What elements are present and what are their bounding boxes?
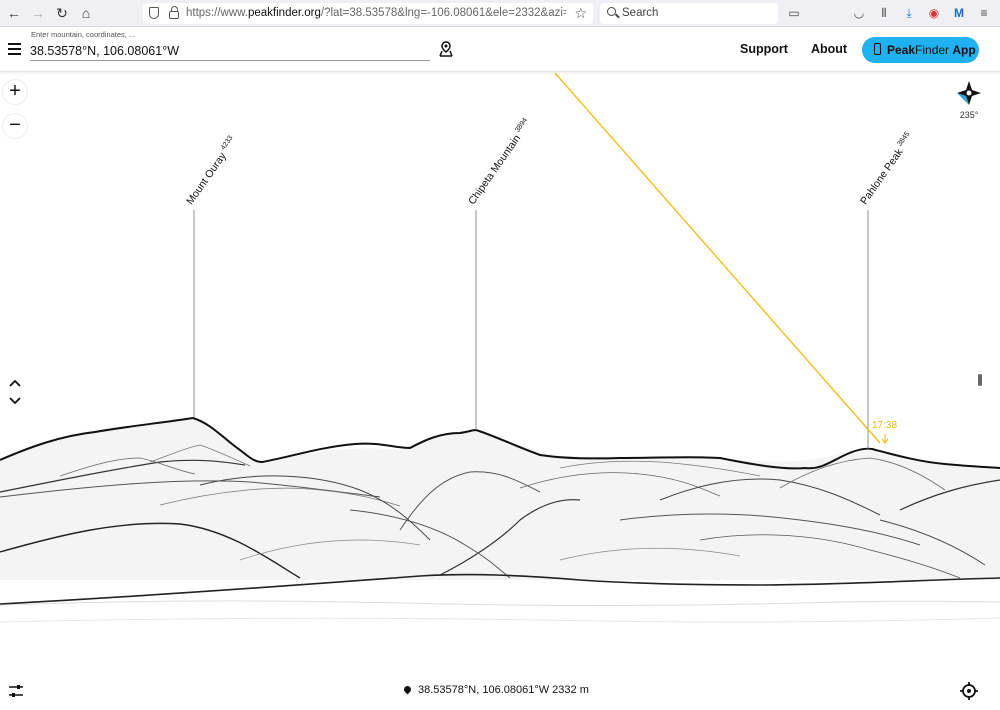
home-icon[interactable]: ⌂: [76, 4, 96, 22]
sun-path-line: [554, 73, 881, 444]
location-input[interactable]: [30, 41, 430, 61]
app-header: Enter mountain, coordinates, ... Support…: [0, 28, 1000, 72]
reader-view-icon[interactable]: ▭: [786, 5, 802, 21]
back-icon[interactable]: ←: [4, 4, 24, 22]
search-icon: [607, 7, 616, 16]
url-bar[interactable]: https://www.peakfinder.org/?lat=38.53578…: [143, 3, 593, 24]
support-link[interactable]: Support: [740, 42, 788, 56]
url-text[interactable]: https://www.peakfinder.org/?lat=38.53578…: [186, 7, 566, 19]
footer-coordinates: 38.53578°N, 106.08061°W 2332 m: [402, 684, 589, 696]
lock-icon[interactable]: [169, 6, 179, 19]
location-input-label: Enter mountain, coordinates, ...: [31, 30, 136, 39]
about-link[interactable]: About: [811, 42, 847, 56]
sun-time-label: 17:38: [872, 420, 898, 431]
scrollbar-thumb[interactable]: [978, 374, 982, 386]
settings-sliders-icon[interactable]: [8, 683, 24, 699]
tracking-shield-icon[interactable]: [149, 7, 159, 19]
library-icon[interactable]: ⫴: [876, 5, 892, 21]
chevron-up-icon[interactable]: [7, 376, 23, 390]
bookmark-star-icon[interactable]: ☆: [574, 5, 587, 22]
zoom-in-button[interactable]: +: [2, 79, 28, 105]
hamburger-menu-icon[interactable]: [8, 43, 21, 55]
extension-icon[interactable]: ◉: [926, 5, 942, 21]
search-placeholder: Search: [622, 7, 659, 19]
browser-search-bar[interactable]: Search: [600, 3, 778, 24]
pocket-icon[interactable]: ◡: [851, 5, 867, 21]
compass-azimuth: 235°: [959, 110, 979, 120]
phone-icon: [874, 43, 881, 55]
map-location-icon[interactable]: [438, 41, 454, 57]
reload-icon[interactable]: ↻: [52, 4, 72, 22]
compass-icon[interactable]: [956, 80, 982, 106]
peakfinder-app-button[interactable]: PeakFinder App: [862, 37, 979, 63]
extension-m-icon[interactable]: M: [951, 5, 967, 21]
forward-icon[interactable]: →: [28, 4, 48, 22]
browser-toolbar: ← → ↻ ⌂ https://www.peakfinder.org/?lat=…: [0, 0, 1000, 27]
chevron-down-icon[interactable]: [7, 394, 23, 408]
sun-arrow-icon: [881, 434, 889, 444]
zoom-out-button[interactable]: −: [2, 113, 28, 139]
location-pin-icon: [402, 684, 413, 695]
downloads-icon[interactable]: ⤓: [901, 5, 917, 21]
menu-icon[interactable]: ≡: [976, 5, 992, 21]
locate-me-icon[interactable]: [959, 681, 979, 701]
